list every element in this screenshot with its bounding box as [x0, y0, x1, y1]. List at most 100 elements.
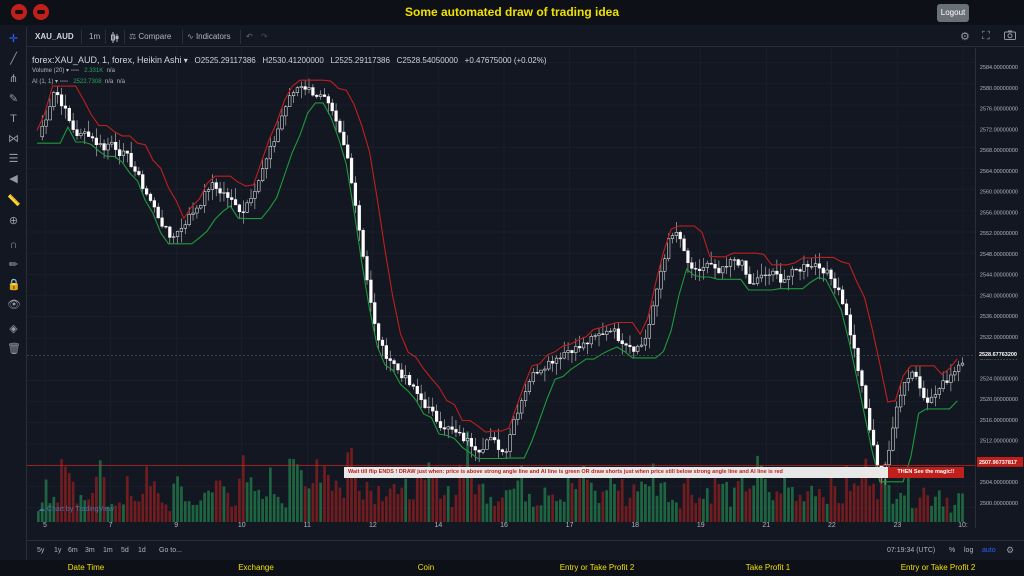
candle: [168, 226, 172, 238]
volume-bar: [361, 499, 365, 522]
log-toggle[interactable]: log: [964, 547, 973, 554]
volume-bar: [315, 459, 319, 522]
back-arrow-icon[interactable]: ◀: [7, 173, 20, 186]
range-1m[interactable]: 1m: [103, 547, 113, 554]
candle: [56, 92, 60, 96]
magnet-icon[interactable]: ∩: [7, 239, 20, 252]
settings-icon-bottom[interactable]: ⚙: [1006, 545, 1014, 556]
price-tick: 2504.00000000: [980, 480, 1018, 486]
layers-icon[interactable]: ◈: [7, 323, 20, 336]
percent-toggle[interactable]: %: [949, 547, 955, 554]
candle: [902, 382, 907, 396]
clock[interactable]: 07:19:34 (UTC): [887, 547, 935, 554]
candle: [601, 333, 605, 335]
chart-grid: [27, 48, 975, 528]
volume-bar: [330, 490, 334, 522]
ruler-icon[interactable]: 📏: [7, 195, 21, 208]
goto-button[interactable]: Go to...: [159, 547, 182, 554]
pitchfork-icon[interactable]: ⋔: [7, 73, 20, 86]
volume-bar: [238, 478, 241, 522]
logout-button[interactable]: Logout: [937, 4, 969, 22]
price-chart[interactable]: 5 7 9 10 11 12 14 16 17 18 19 21 22 23 10:: [27, 48, 975, 528]
candle: [585, 342, 590, 345]
candle: [616, 328, 620, 341]
volume-bar: [675, 502, 678, 522]
volume-bar: [319, 482, 322, 522]
candle: [593, 335, 597, 337]
undo-icon[interactable]: ↶: [246, 32, 253, 41]
crosshair-icon[interactable]: ✛: [7, 33, 20, 46]
volume-bar: [883, 478, 887, 522]
candle: [79, 133, 83, 136]
range-1y[interactable]: 1y: [54, 547, 61, 554]
volume-bar: [605, 490, 609, 522]
volume-bar: [644, 484, 647, 522]
candle: [137, 171, 141, 175]
candle-style-icon[interactable]: [110, 32, 120, 45]
footer-col-entry: Entry or Take Profit 2: [559, 563, 635, 572]
candle: [203, 191, 207, 206]
fullscreen-icon[interactable]: ⛶: [982, 30, 990, 43]
candle: [500, 449, 504, 452]
volume-bar: [798, 494, 802, 522]
lock-drawing-icon[interactable]: ✏: [7, 259, 20, 272]
brush-icon[interactable]: ✎: [7, 93, 20, 106]
volume-bar: [218, 480, 222, 522]
candle: [717, 267, 721, 274]
range-3m[interactable]: 3m: [85, 547, 95, 554]
candle: [752, 283, 756, 285]
range-5y[interactable]: 5y: [37, 547, 44, 554]
candle: [841, 289, 845, 305]
volume-bar: [562, 501, 566, 522]
legend-low: L2525.29117386: [330, 56, 390, 65]
volume-bar: [914, 507, 918, 522]
interval-button[interactable]: 1m: [89, 32, 100, 41]
candle: [543, 368, 547, 371]
price-axis[interactable]: 2584.00000000 2580.00000000 2576.00000000 2…: [975, 48, 1024, 528]
price-tick: 2572.00000000: [980, 127, 1018, 133]
candle: [810, 266, 814, 268]
footer-col-coin: Coin: [417, 563, 435, 572]
candle: [686, 250, 690, 263]
range-1d[interactable]: 1d: [138, 547, 146, 554]
volume-label[interactable]: Volume (20): [32, 68, 64, 74]
auto-toggle[interactable]: auto: [982, 547, 996, 554]
watermark-text: Chart by TradingView: [46, 506, 114, 513]
settings-icon[interactable]: ⚙: [960, 30, 970, 43]
range-6m[interactable]: 6m: [68, 547, 78, 554]
pattern-icon[interactable]: ⋈: [7, 133, 20, 146]
compare-button[interactable]: ⚖ Compare: [129, 32, 171, 41]
volume-bar: [682, 483, 686, 522]
candle: [697, 268, 702, 271]
camera-icon[interactable]: [1004, 30, 1016, 42]
candle: [918, 376, 922, 389]
trash-icon[interactable]: 🗑: [7, 343, 21, 356]
lock-icon[interactable]: 🔒: [7, 279, 21, 292]
text-icon[interactable]: T: [7, 113, 20, 126]
symbol-search[interactable]: XAU_AUD: [35, 32, 74, 41]
indicators-button[interactable]: ∿ Indicators: [187, 32, 231, 41]
candle: [790, 268, 794, 277]
volume-bar: [311, 482, 315, 522]
tradingview-watermark[interactable]: ☁ Chart by TradingView: [38, 505, 114, 513]
legend-open: O2525.29117386: [194, 56, 256, 65]
volume-bar: [899, 492, 902, 522]
zoom-in-icon[interactable]: ⊕: [7, 215, 20, 228]
candle: [837, 287, 841, 291]
candle: [44, 119, 48, 127]
candle: [868, 408, 872, 431]
ai-label[interactable]: AI (1, 1): [32, 79, 53, 85]
trend-line-icon[interactable]: ╱: [7, 53, 20, 66]
redo-icon[interactable]: ↷: [261, 32, 268, 41]
candle: [245, 202, 249, 213]
volume-bar: [125, 476, 129, 522]
legend-symbol[interactable]: forex:XAU_AUD, 1, forex, Heikin Ashi: [32, 55, 182, 65]
volume-bar: [705, 488, 709, 522]
divider: [182, 30, 183, 44]
prediction-icon[interactable]: ☰: [7, 153, 20, 166]
eye-icon[interactable]: 👁: [7, 299, 21, 312]
candle: [133, 166, 137, 172]
range-5d[interactable]: 5d: [121, 547, 129, 554]
volume-bar: [276, 496, 280, 522]
time-label: 10: [238, 522, 246, 528]
